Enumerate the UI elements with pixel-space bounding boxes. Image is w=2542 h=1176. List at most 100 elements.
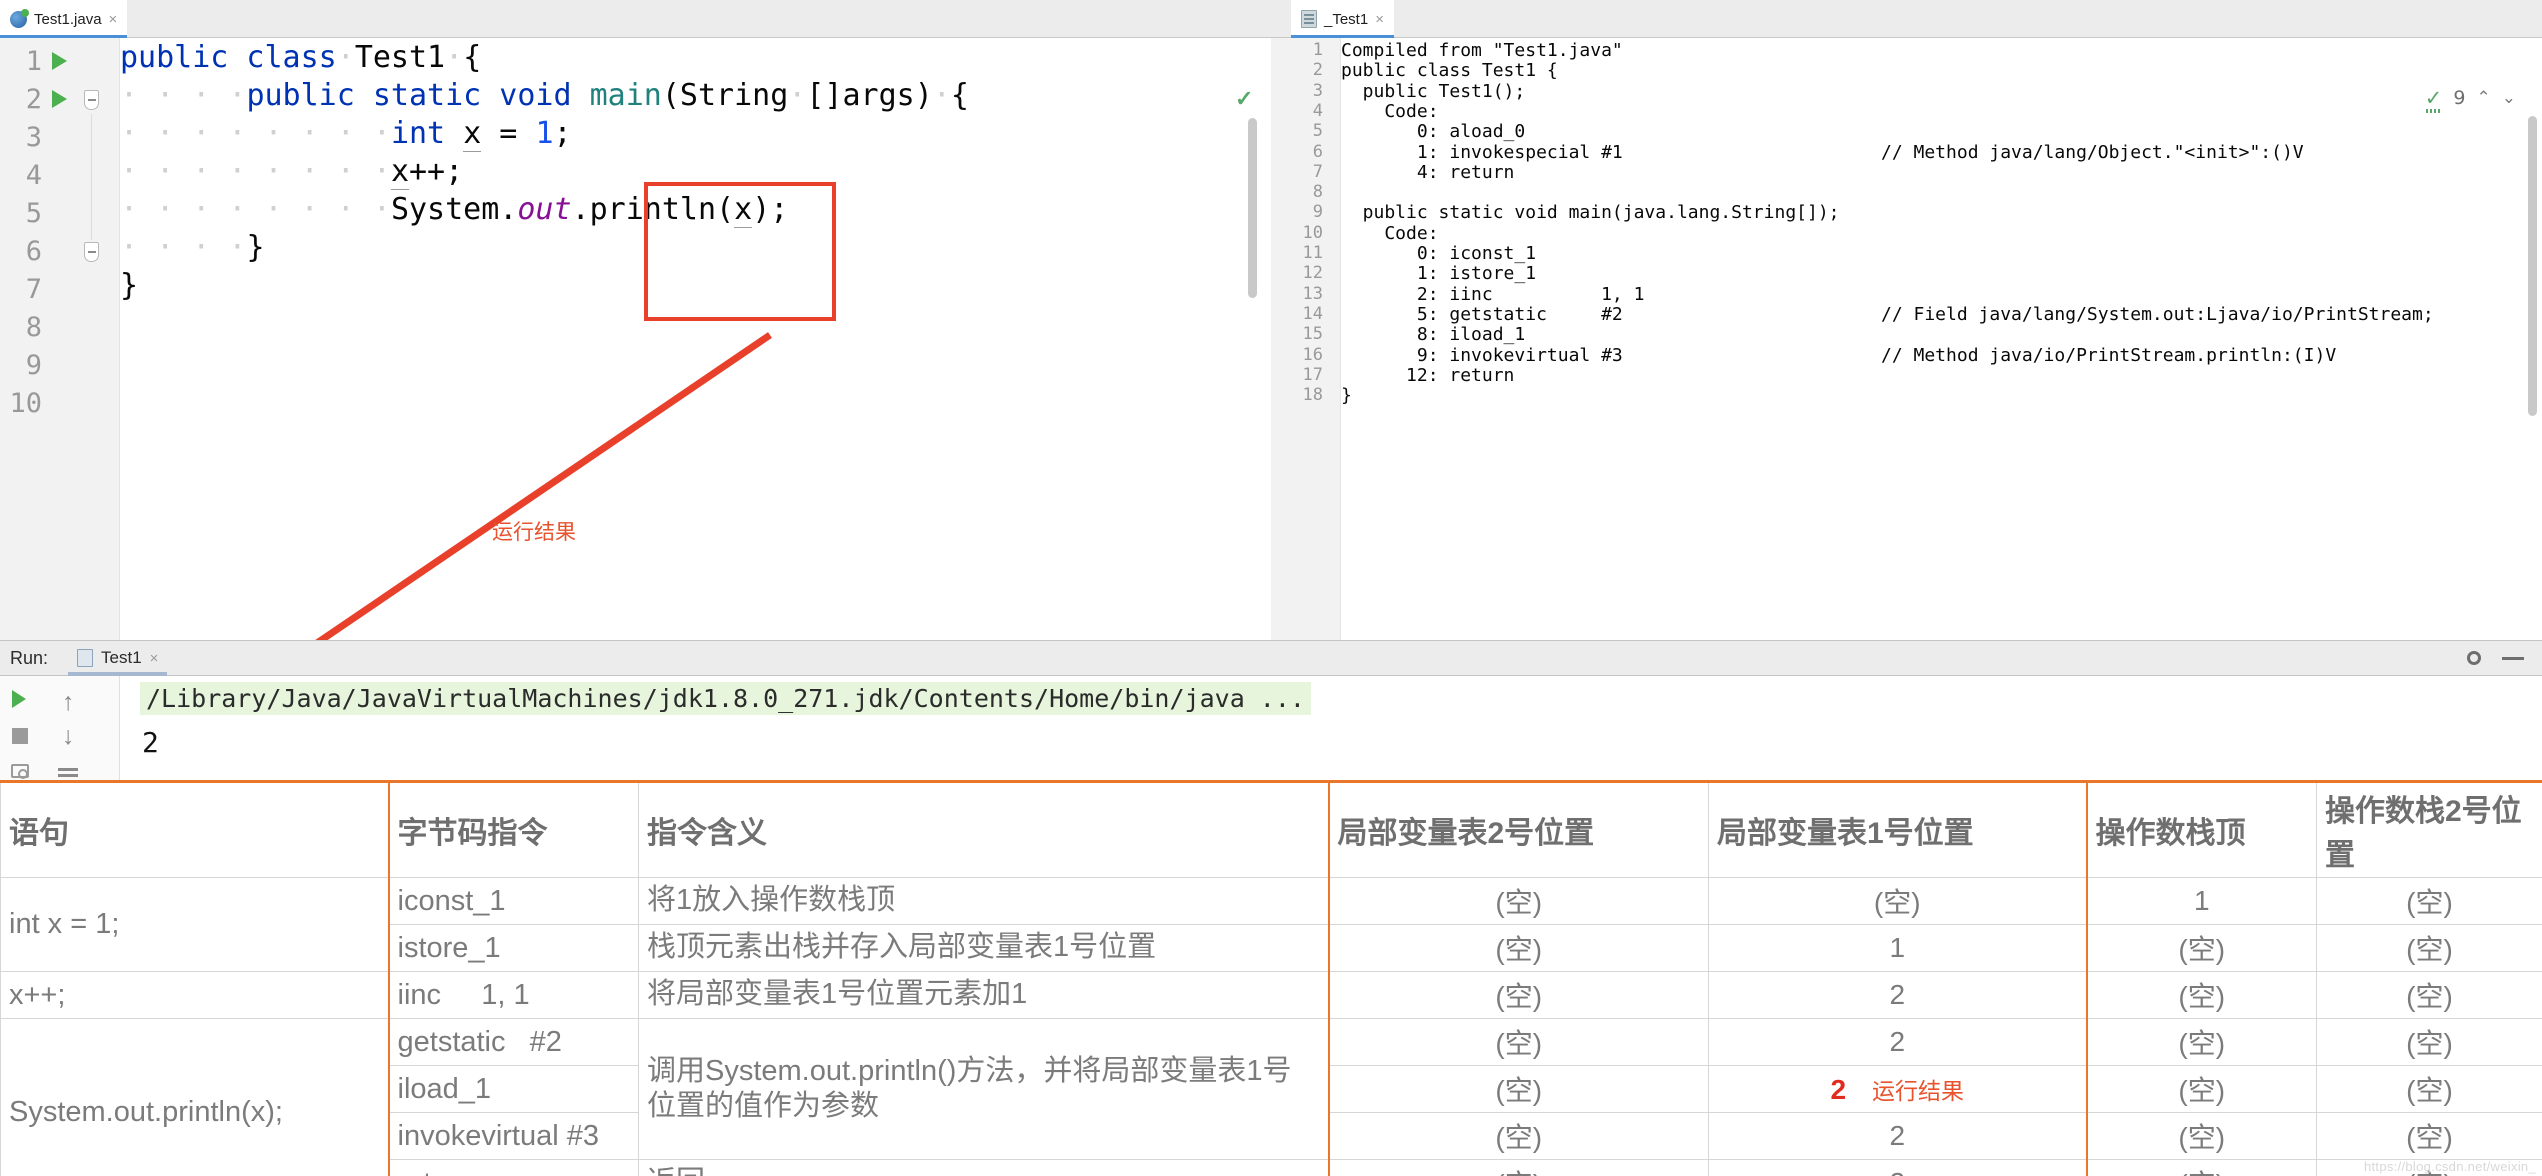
cell-stack-2: (空) <box>2316 971 2542 1019</box>
bytecode-line: 1: invokespecial #1 <box>1341 141 1623 163</box>
line-number: 14 <box>1302 303 1323 324</box>
cell-localvar-2: (空) <box>1328 1018 1709 1066</box>
console-command-line: /Library/Java/JavaVirtualMachines/jdk1.8… <box>140 682 1311 715</box>
col-meaning: 指令含义 <box>638 780 1330 878</box>
annotation-label-run-result: 运行结果 <box>492 521 576 544</box>
editor-scrollbar-right[interactable] <box>2528 116 2537 416</box>
scroll-down-icon[interactable]: ↓ <box>62 722 75 751</box>
fold-region-line <box>91 114 92 240</box>
cell-localvar-1: 2 <box>1708 1018 2088 1066</box>
editor-gutter-left[interactable]: 1 2 3 4 5 6 7 8 9 10 <box>0 38 120 640</box>
tab-test1-java[interactable]: Test1.java × <box>0 0 128 38</box>
cell-statement: x++; <box>0 971 389 1019</box>
rerun-icon[interactable] <box>12 690 26 708</box>
scroll-up-icon[interactable]: ↑ <box>62 688 75 717</box>
run-window-header: Run: Test1 × <box>0 640 2542 676</box>
line-number: 10 <box>1302 222 1323 243</box>
cell-meaning: 调用System.out.println()方法，并将局部变量表1号位置的值作为… <box>638 1018 1330 1160</box>
close-icon[interactable]: × <box>1375 12 1384 27</box>
line-number: 4 <box>1312 100 1323 121</box>
col-stack-2: 操作数栈2号位置 <box>2316 780 2542 878</box>
line-number: 12 <box>1302 263 1323 284</box>
cell-localvar-1: 2 运行结果 <box>1708 1065 2088 1113</box>
cell-meaning: 栈顶元素出栈并存入局部变量表1号位置 <box>638 924 1330 972</box>
source-editor[interactable]: 1 2 3 4 5 6 7 8 9 10 public class·Test1·… <box>0 38 1271 640</box>
bytecode-line: Compiled from "Test1.java" <box>1341 40 1623 61</box>
cell-meaning: 将局部变量表1号位置元素加1 <box>638 971 1330 1019</box>
run-side-toolbar: ↑ ↓ <box>0 676 120 780</box>
editor-gutter-right[interactable]: 1 2 3 4 5 6 7 8 9 10 11 12 13 14 15 16 17 18 <box>1271 38 1341 640</box>
table-row: int x = 1; iconst_1 将1放入操作数栈顶 (空) (空) 1 (空) <box>0 877 2542 972</box>
run-tab-test1[interactable]: Test1 × <box>68 640 168 676</box>
bytecode-line: public static void main(java.lang.String… <box>1341 202 1840 224</box>
tab-label: Test1.java <box>34 10 102 28</box>
close-icon[interactable]: × <box>150 651 159 666</box>
run-window-label: Run: <box>10 647 49 668</box>
code-line-1: public class·Test1·{ <box>120 40 482 75</box>
code-line-2: · · · ·public static void main(String·[]… <box>120 78 969 113</box>
cell-localvar-1: 2 <box>1708 971 2088 1019</box>
cell-stack-top: (空) <box>2086 1065 2317 1113</box>
cell-instruction: return <box>387 1159 639 1176</box>
line-number: 2 <box>1312 60 1323 81</box>
bytecode-line: 12: return <box>1341 364 1515 386</box>
line-number: 8 <box>1312 182 1323 203</box>
run-gutter-icon[interactable] <box>52 52 67 70</box>
bytecode-line: 0: aload_0 <box>1341 121 1526 143</box>
java-file-icon <box>10 8 29 28</box>
cell-localvar-1: (空) <box>1708 877 2088 925</box>
editor-scrollbar-left[interactable] <box>1248 118 1257 298</box>
line-number: 3 <box>25 122 42 153</box>
col-instruction: 字节码指令 <box>387 780 639 878</box>
cell-statement: int x = 1; <box>0 877 389 972</box>
line-number: 15 <box>1302 324 1323 345</box>
cell-instruction: istore_1 <box>387 924 639 972</box>
bytecode-line: 8: iload_1 <box>1341 324 1526 346</box>
minimize-icon[interactable] <box>2502 656 2524 660</box>
chevron-up-icon[interactable]: ⌃ <box>2477 88 2491 108</box>
cell-localvar-1: 2 <box>1708 1159 2088 1176</box>
cell-meaning: 返回 <box>638 1159 1330 1176</box>
line-number: 9 <box>1312 202 1323 223</box>
run-config-icon <box>77 649 94 667</box>
watermark: https://blog.csdn.net/weixin_ <box>2363 1159 2536 1174</box>
line-number: 5 <box>1312 121 1323 142</box>
stop-icon[interactable] <box>12 728 28 744</box>
bytecode-editor[interactable]: 1 2 3 4 5 6 7 8 9 10 11 12 13 14 15 16 17 18 ✓ 9 ⌃ ⌄ Comp… <box>1271 38 2542 640</box>
col-localvar-2: 局部变量表2号位置 <box>1328 780 1709 878</box>
console-program-output: 2 <box>142 726 159 759</box>
print-icon[interactable] <box>11 764 29 779</box>
line-number: 16 <box>1302 344 1323 365</box>
table-header-row: 语句 字节码指令 指令含义 局部变量表2号位置 局部变量表1号位置 操作数栈顶 … <box>0 780 2542 878</box>
ide-editor-area: Test1.java × _Test1 × 1 2 3 4 5 6 7 8 9 … <box>0 0 2542 640</box>
bytecode-line: 2: iinc 1, 1 <box>1341 283 1645 305</box>
line-number: 13 <box>1302 283 1323 304</box>
console-output[interactable]: /Library/Java/JavaVirtualMachines/jdk1.8… <box>120 676 2542 780</box>
line-number: 1 <box>1312 40 1323 60</box>
col-stack-top: 操作数栈顶 <box>2086 780 2317 878</box>
editor-tabstrip-left: Test1.java × <box>0 0 1271 38</box>
run-gutter-icon[interactable] <box>52 90 67 108</box>
cell-localvar-2: (空) <box>1328 924 1709 972</box>
chevron-down-icon[interactable]: ⌄ <box>2502 88 2516 108</box>
line-number: 17 <box>1302 364 1323 385</box>
cell-stack-top: (空) <box>2086 971 2317 1019</box>
table-row: x++; iinc 1, 1 将局部变量表1号位置元素加1 (空) 2 (空) (空) <box>0 971 2542 1019</box>
bytecode-line: Code: <box>1341 222 1439 244</box>
cell-stack-top: (空) <box>2086 1018 2317 1066</box>
inspections-widget[interactable]: ✓ 9 ⌃ ⌄ <box>2425 86 2516 113</box>
cell-statement: System.out.println(x); <box>0 1018 389 1176</box>
tab-test1-bytecode[interactable]: _Test1 × <box>1291 0 1394 38</box>
code-line-6: · · · ·} <box>120 230 265 265</box>
cell-instruction: iload_1 <box>387 1065 639 1113</box>
cell-stack-2: (空) <box>2316 924 2542 972</box>
bytecode-line: 4: return <box>1341 161 1515 183</box>
line-number: 1 <box>25 46 42 77</box>
soft-wrap-icon[interactable] <box>58 768 78 771</box>
cell-instruction: iinc 1, 1 <box>387 971 639 1019</box>
fold-toggle-icon[interactable] <box>84 242 99 262</box>
fold-toggle-icon[interactable] <box>84 90 99 110</box>
line-number: 3 <box>1312 80 1323 101</box>
gear-icon[interactable] <box>2464 648 2484 668</box>
close-icon[interactable]: × <box>109 12 118 27</box>
